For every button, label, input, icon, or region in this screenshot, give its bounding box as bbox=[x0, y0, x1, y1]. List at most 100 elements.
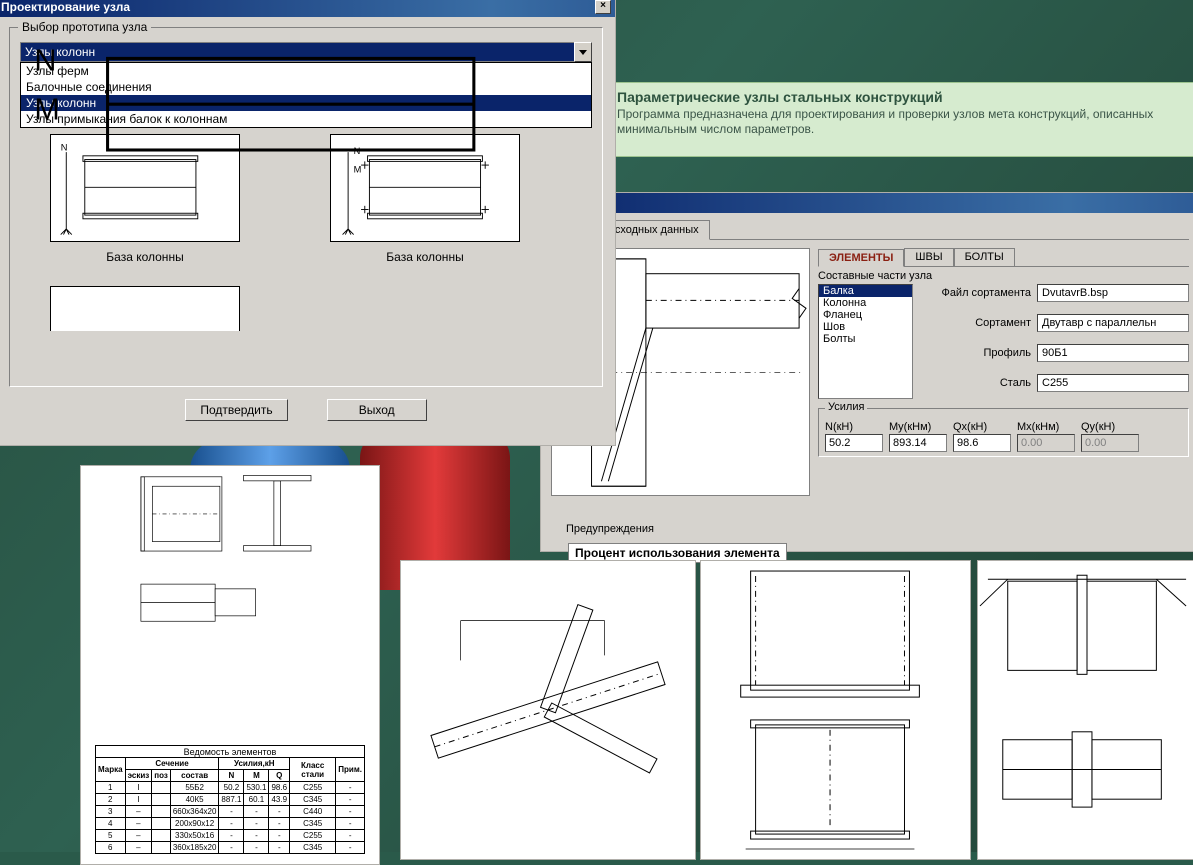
label-steel: Сталь bbox=[921, 377, 1031, 389]
parts-label: Составные части узла bbox=[818, 270, 1189, 282]
properties-window: Свойства Задание исходных данных bbox=[540, 192, 1193, 552]
table-cell: 55Б2 bbox=[170, 782, 219, 794]
table-cell: С255 bbox=[290, 830, 336, 842]
input-file[interactable] bbox=[1037, 284, 1189, 302]
table-cell: 3 bbox=[96, 806, 126, 818]
thumb1-caption: База колонны bbox=[20, 250, 270, 264]
prototype-thumb-3[interactable]: N M bbox=[50, 286, 240, 331]
drawing-sheet-b bbox=[400, 560, 696, 860]
svg-text:N: N bbox=[34, 44, 56, 78]
force-Qy-label: Qy(кН) bbox=[1081, 421, 1115, 433]
props-subtabs: ЭЛЕМЕНТЫ ШВЫ БОЛТЫ bbox=[818, 248, 1189, 267]
table-row: 3–660х364х20---С440- bbox=[96, 806, 365, 818]
table-cell: 330х50х16 bbox=[170, 830, 219, 842]
th-comp: состав bbox=[170, 770, 219, 782]
table-cell: - bbox=[244, 806, 269, 818]
table-cell: 1 bbox=[96, 782, 126, 794]
part-item-beam[interactable]: Балка bbox=[819, 285, 912, 297]
table-cell: С345 bbox=[290, 818, 336, 830]
th-pos: поз bbox=[152, 770, 171, 782]
drawing-sheet-c bbox=[700, 560, 971, 860]
props-tabstrip: Задание исходных данных bbox=[551, 219, 1189, 240]
usage-label: Процент использования элемента bbox=[575, 546, 780, 560]
exit-button[interactable]: Выход bbox=[327, 399, 427, 421]
design-titlebar[interactable]: Проектирование узла × bbox=[0, 0, 615, 17]
force-N-input[interactable] bbox=[825, 434, 883, 452]
force-My-label: My(кНм) bbox=[889, 421, 931, 433]
force-Mx-input bbox=[1017, 434, 1075, 452]
forces-legend: Усилия bbox=[825, 401, 867, 413]
input-sortament[interactable] bbox=[1037, 314, 1189, 332]
subtab-elements[interactable]: ЭЛЕМЕНТЫ bbox=[818, 249, 904, 267]
table-cell: - bbox=[336, 782, 365, 794]
table-cell: 60.1 bbox=[244, 794, 269, 806]
table-row: 5–330х50х16---С255- bbox=[96, 830, 365, 842]
force-N-label: N(кН) bbox=[825, 421, 853, 433]
table-cell: - bbox=[219, 818, 244, 830]
info-banner: Параметрические узлы стальных конструкци… bbox=[572, 82, 1193, 157]
thumb2-caption: База колонны bbox=[300, 250, 550, 264]
th-sketch: эскиз bbox=[125, 770, 152, 782]
table-cell: 530.1 bbox=[244, 782, 269, 794]
drawing-sheet-d bbox=[977, 560, 1193, 860]
table-cell: 50.2 bbox=[219, 782, 244, 794]
close-icon[interactable]: × bbox=[595, 0, 611, 14]
table-cell bbox=[152, 830, 171, 842]
table-row: 4–200х90х12---С345- bbox=[96, 818, 365, 830]
table-cell: I bbox=[125, 794, 152, 806]
th-mark: Марка bbox=[96, 758, 126, 782]
table-cell: 2 bbox=[96, 794, 126, 806]
part-item-flange[interactable]: Фланец bbox=[819, 309, 912, 321]
table-cell: 40К5 bbox=[170, 794, 219, 806]
table-cell: 5 bbox=[96, 830, 126, 842]
force-My-input[interactable] bbox=[889, 434, 947, 452]
table-cell bbox=[152, 794, 171, 806]
drawing-sheet-a: Ведомость элементов Марка Сечение Усилия… bbox=[80, 465, 380, 865]
table-cell: 660х364х20 bbox=[170, 806, 219, 818]
table-cell: С255 bbox=[290, 782, 336, 794]
force-Qx-input[interactable] bbox=[953, 434, 1011, 452]
table-cell: 200х90х12 bbox=[170, 818, 219, 830]
table-cell: - bbox=[219, 830, 244, 842]
label-profile: Профиль bbox=[921, 347, 1031, 359]
table-cell: 887.1 bbox=[219, 794, 244, 806]
table-cell: - bbox=[336, 830, 365, 842]
info-heading: Параметрические узлы стальных конструкци… bbox=[617, 89, 1186, 105]
table-cell: – bbox=[125, 818, 152, 830]
table-cell: - bbox=[219, 806, 244, 818]
elements-table: Ведомость элементов Марка Сечение Усилия… bbox=[95, 745, 365, 854]
table-cell: - bbox=[269, 806, 290, 818]
table-cell: – bbox=[125, 830, 152, 842]
parts-list[interactable]: Балка Колонна Фланец Шов Болты bbox=[818, 284, 913, 399]
table-cell: 4 bbox=[96, 818, 126, 830]
input-profile[interactable] bbox=[1037, 344, 1189, 362]
force-Mx-label: Mx(кНм) bbox=[1017, 421, 1059, 433]
confirm-button[interactable]: Подтвердить bbox=[185, 399, 287, 421]
table-title: Ведомость элементов bbox=[96, 746, 365, 758]
th-efforts: Усилия,кН bbox=[219, 758, 290, 770]
prototype-group: Выбор прототипа узла Узлы колонн Узлы фе… bbox=[9, 27, 603, 387]
table-cell bbox=[152, 818, 171, 830]
info-body: Программа предназначена для проектирован… bbox=[617, 107, 1186, 137]
table-cell: – bbox=[125, 806, 152, 818]
part-item-weld[interactable]: Шов bbox=[819, 321, 912, 333]
th-N: N bbox=[219, 770, 244, 782]
subtab-bolts[interactable]: БОЛТЫ bbox=[954, 248, 1015, 266]
table-cell: - bbox=[336, 806, 365, 818]
prototype-group-legend: Выбор прототипа узла bbox=[18, 20, 151, 34]
warnings-label: Предупреждения bbox=[566, 523, 654, 535]
table-cell: С345 bbox=[290, 794, 336, 806]
th-class: Класс стали bbox=[290, 758, 336, 782]
table-cell: - bbox=[244, 818, 269, 830]
subtab-welds[interactable]: ШВЫ bbox=[904, 248, 953, 266]
table-cell: С440 bbox=[290, 806, 336, 818]
th-Q: Q bbox=[269, 770, 290, 782]
design-dialog: Проектирование узла × Выбор прототипа уз… bbox=[0, 0, 616, 446]
table-cell: - bbox=[336, 794, 365, 806]
label-sortament: Сортамент bbox=[921, 317, 1031, 329]
input-steel[interactable] bbox=[1037, 374, 1189, 392]
properties-titlebar[interactable]: Свойства bbox=[541, 193, 1193, 213]
part-item-column[interactable]: Колонна bbox=[819, 297, 912, 309]
table-cell: 43.9 bbox=[269, 794, 290, 806]
part-item-bolts[interactable]: Болты bbox=[819, 333, 912, 345]
